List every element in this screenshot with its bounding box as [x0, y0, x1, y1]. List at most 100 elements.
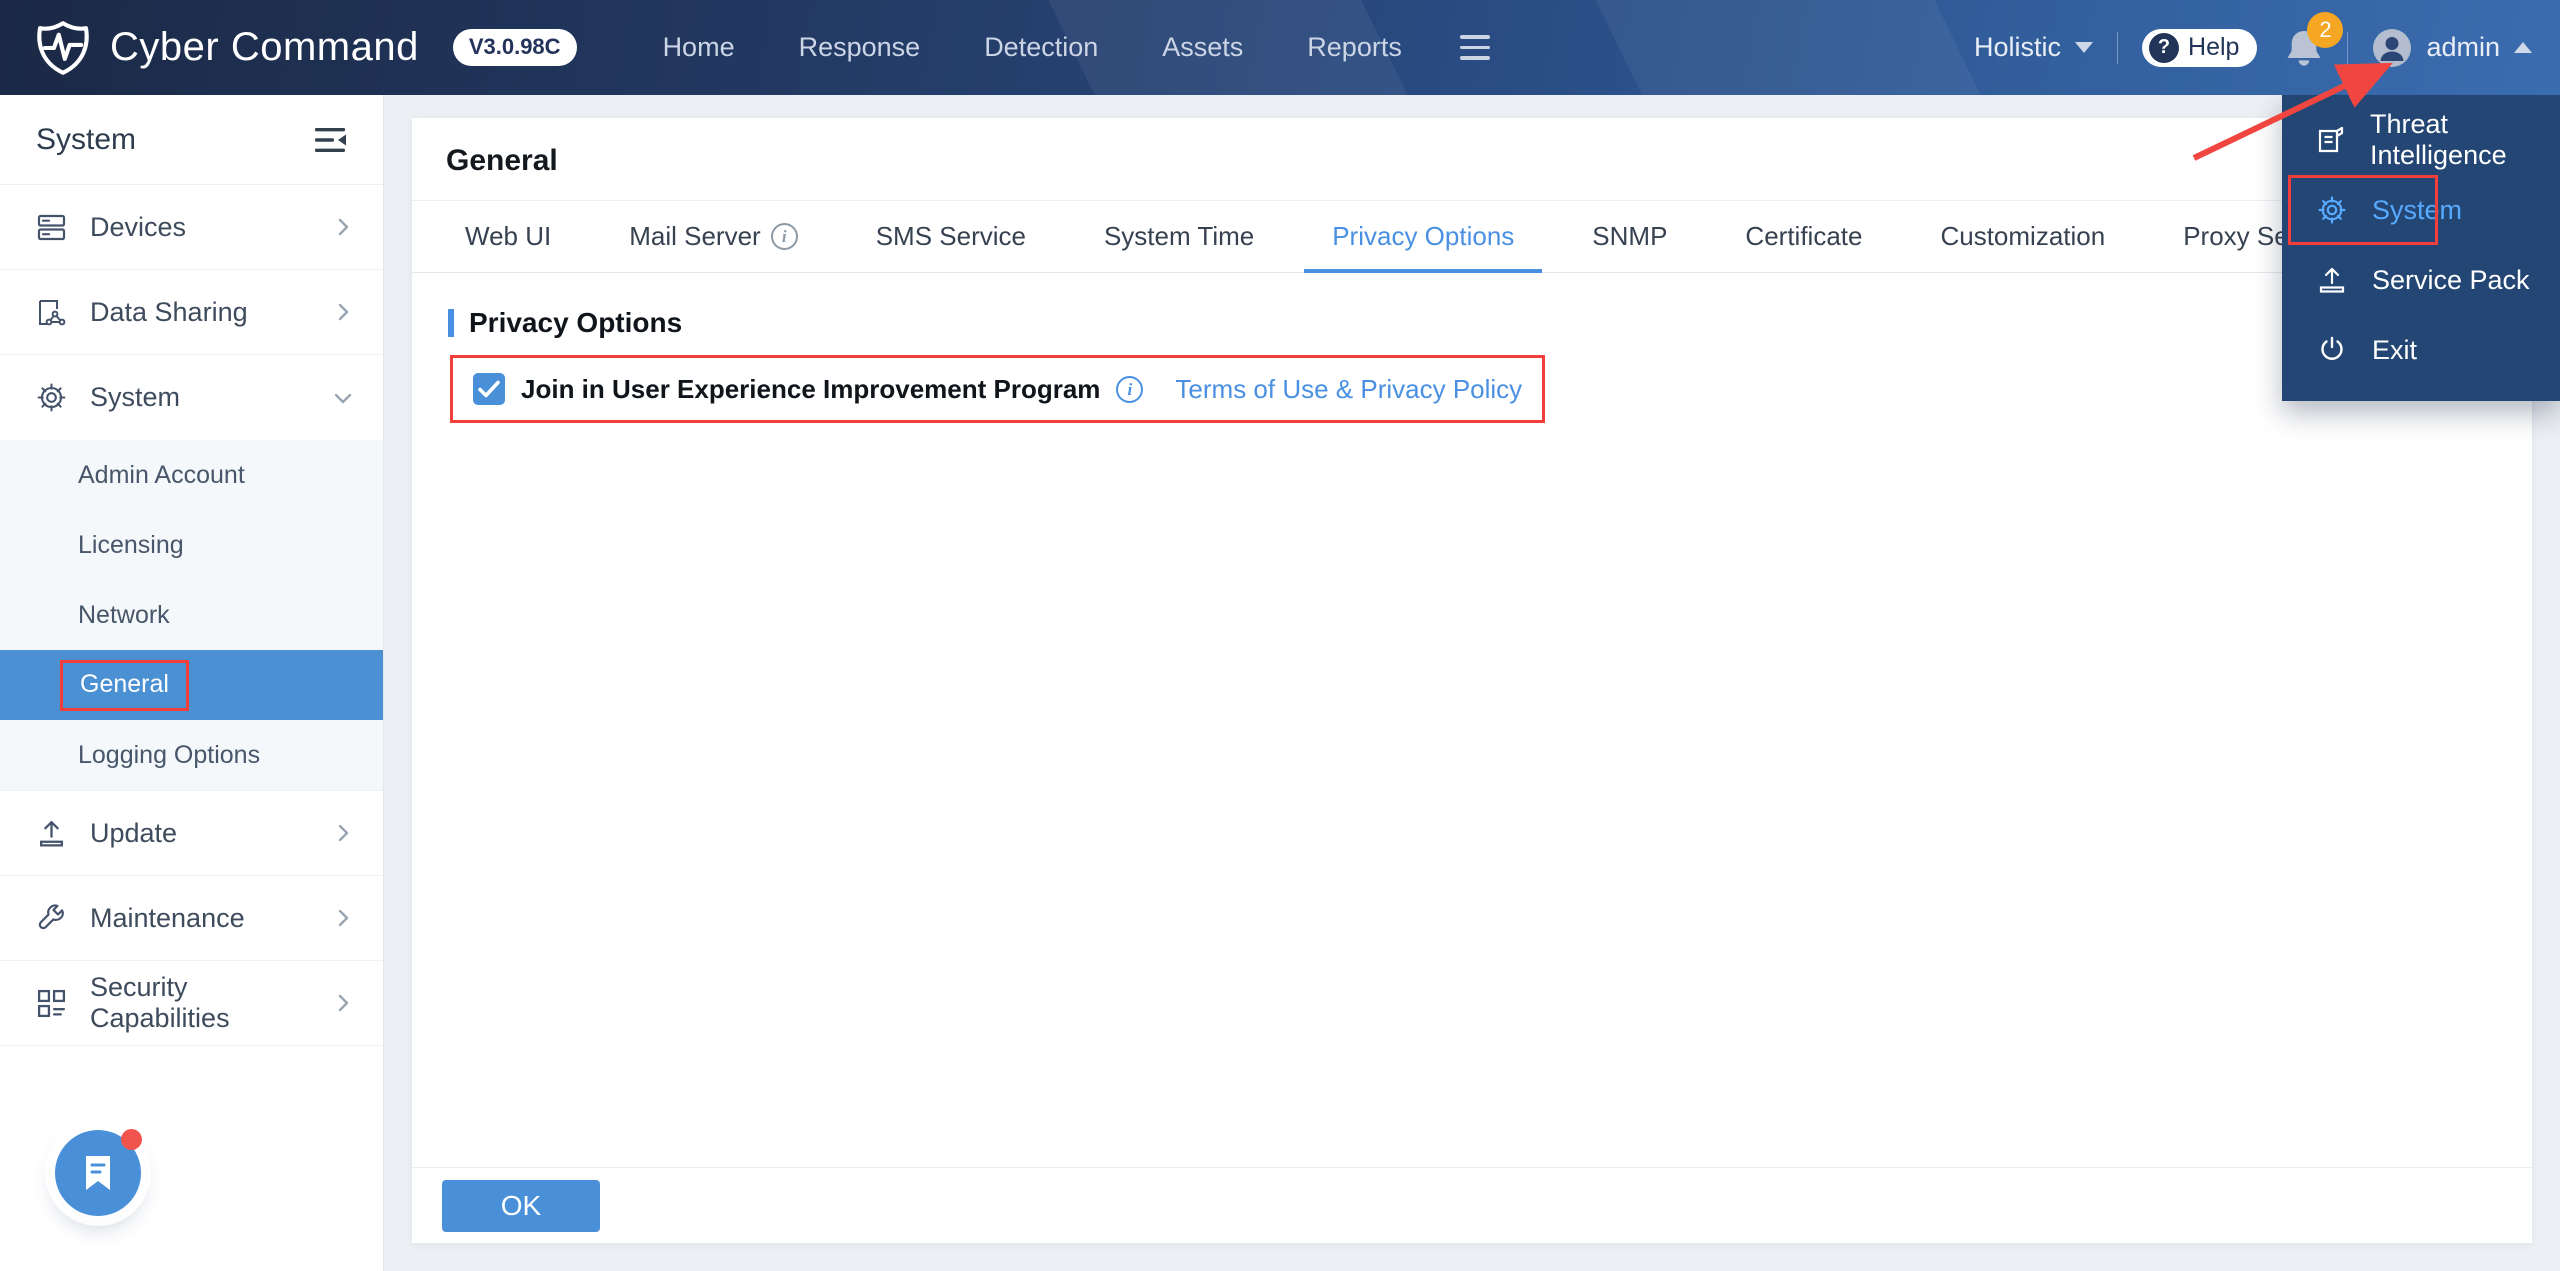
subitem-label: Network — [78, 600, 170, 629]
menu-item-label: Service Pack — [2372, 264, 2530, 295]
section-header: Privacy Options — [448, 307, 2496, 339]
menu-item-exit[interactable]: Exit — [2282, 315, 2560, 385]
version-badge: V3.0.98C — [452, 29, 577, 66]
tab-system-time[interactable]: System Time — [1076, 201, 1282, 272]
menu-item-service-pack[interactable]: Service Pack — [2282, 245, 2560, 315]
data-sharing-icon — [34, 295, 68, 329]
sidebar-item-label: Devices — [90, 211, 187, 242]
floating-bookmark-button[interactable] — [55, 1129, 142, 1216]
nav-item-home[interactable]: Home — [663, 32, 735, 63]
sidebar-item-label: Maintenance — [90, 902, 245, 933]
sidebar-header: System — [0, 95, 383, 185]
sidebar-item-devices[interactable]: Devices — [0, 185, 383, 270]
nav-item-response[interactable]: Response — [799, 32, 921, 63]
tab-label: Mail Server — [629, 221, 761, 251]
chevron-right-icon — [333, 217, 353, 237]
annotation-red-box-privacy-row: Join in User Experience Improvement Prog… — [450, 355, 1546, 423]
username: admin — [2426, 32, 2500, 62]
tab-sms-service[interactable]: SMS Service — [848, 201, 1054, 272]
nav-item-assets[interactable]: Assets — [1162, 32, 1243, 63]
more-menu-icon[interactable] — [1459, 35, 1490, 60]
sidebar-item-security-capabilities[interactable]: Security Capabilities — [0, 961, 383, 1046]
user-menu-trigger[interactable]: admin — [2372, 28, 2532, 68]
help-button[interactable]: ? Help — [2142, 28, 2258, 67]
menu-item-label: System — [2372, 194, 2463, 225]
tab-mail-server[interactable]: Mail Server i — [601, 201, 825, 272]
chevron-right-icon — [333, 908, 353, 928]
system-gear-icon — [2316, 194, 2348, 226]
annotation-red-box: General — [60, 659, 189, 711]
app-title: Cyber Command — [110, 25, 419, 69]
tab-label: Customization — [1940, 221, 2106, 251]
sidebar-item-update[interactable]: Update — [0, 791, 383, 876]
subitem-label: Admin Account — [78, 460, 245, 489]
system-gear-icon — [34, 381, 68, 415]
nav-item-reports[interactable]: Reports — [1307, 32, 1402, 63]
divider — [2347, 31, 2349, 64]
sidebar: System Devices Data Sharing System Admin… — [0, 95, 384, 1271]
subitem-label: Licensing — [78, 530, 184, 559]
tab-label: SNMP — [1592, 221, 1668, 251]
privacy-options-section: Privacy Options Join in User Experience … — [412, 273, 2532, 457]
tab-certificate[interactable]: Certificate — [1717, 201, 1890, 272]
security-capabilities-icon — [34, 986, 68, 1020]
user-dropdown-menu: Threat Intelligence System Service Pack — [2282, 95, 2560, 401]
update-upload-icon — [34, 816, 68, 850]
menu-item-threat-intelligence[interactable]: Threat Intelligence — [2282, 105, 2560, 175]
chevron-right-icon — [333, 993, 353, 1013]
tab-label: System Time — [1103, 221, 1255, 251]
tab-label: SMS Service — [875, 221, 1026, 251]
tab-customization[interactable]: Customization — [1912, 201, 2133, 272]
nav-item-detection[interactable]: Detection — [984, 32, 1098, 63]
chevron-up-icon — [2514, 42, 2532, 53]
info-icon[interactable]: i — [1116, 375, 1144, 403]
notification-dot — [121, 1129, 142, 1150]
top-navbar: Cyber Command V3.0.98C Home Response Det… — [0, 0, 2560, 95]
threat-intelligence-icon — [2316, 124, 2346, 156]
panel-header: General — [412, 118, 2532, 201]
check-icon — [478, 380, 500, 398]
sidebar-item-label: Data Sharing — [90, 296, 248, 327]
sidebar-item-label: Update — [90, 817, 178, 848]
view-mode-dropdown[interactable]: Holistic — [1974, 32, 2094, 63]
tab-snmp[interactable]: SNMP — [1564, 201, 1695, 272]
chevron-down-icon — [333, 388, 353, 408]
sidebar-subitem-logging-options[interactable]: Logging Options — [0, 720, 383, 790]
sidebar-subitem-network[interactable]: Network — [0, 580, 383, 650]
sidebar-subitem-admin-account[interactable]: Admin Account — [0, 440, 383, 510]
cyber-command-app: Cyber Command V3.0.98C Home Response Det… — [0, 0, 2560, 1271]
menu-item-label: Threat Intelligence — [2370, 109, 2507, 170]
exit-power-icon — [2316, 334, 2348, 366]
tab-web-ui[interactable]: Web UI — [437, 201, 579, 272]
panel-footer: OK — [412, 1167, 2532, 1243]
user-avatar-icon — [2372, 28, 2412, 68]
join-program-checkbox[interactable] — [473, 373, 505, 405]
sidebar-item-maintenance[interactable]: Maintenance — [0, 876, 383, 961]
ok-button[interactable]: OK — [442, 1179, 600, 1232]
sidebar-system-submenu: Admin Account Licensing Network General … — [0, 440, 383, 791]
sidebar-title: System — [36, 122, 137, 156]
sidebar-item-label: Security Capabilities — [90, 972, 230, 1033]
sidebar-collapse-icon[interactable] — [313, 126, 347, 154]
terms-privacy-link[interactable]: Terms of Use & Privacy Policy — [1175, 374, 1522, 405]
subitem-label: Logging Options — [78, 740, 261, 769]
menu-item-system[interactable]: System — [2282, 175, 2560, 245]
bookmark-icon — [86, 1156, 110, 1190]
info-icon: i — [770, 223, 798, 250]
section-title: Privacy Options — [469, 307, 683, 338]
sidebar-item-data-sharing[interactable]: Data Sharing — [0, 270, 383, 355]
maintenance-wrench-icon — [34, 901, 68, 935]
question-mark-icon: ? — [2149, 32, 2180, 63]
sidebar-item-system[interactable]: System — [0, 355, 383, 440]
service-pack-upload-icon — [2316, 264, 2348, 296]
sidebar-item-label: System — [90, 382, 181, 412]
notifications-button[interactable]: 2 — [2285, 11, 2344, 68]
menu-item-label: Exit — [2372, 334, 2418, 365]
tab-privacy-options[interactable]: Privacy Options — [1304, 201, 1543, 273]
sidebar-subitem-licensing[interactable]: Licensing — [0, 510, 383, 580]
sidebar-subitem-general[interactable]: General — [0, 650, 383, 720]
brand: Cyber Command V3.0.98C — [0, 19, 577, 77]
tab-label: Privacy Options — [1332, 221, 1515, 251]
shield-pulse-logo-icon — [34, 19, 92, 77]
chevron-right-icon — [333, 823, 353, 843]
